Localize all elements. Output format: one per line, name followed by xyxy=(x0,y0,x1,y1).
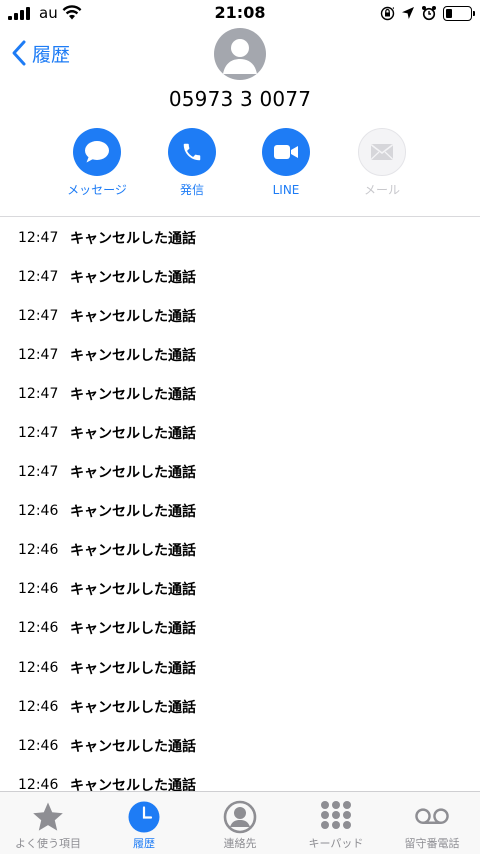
tab-voicemail[interactable]: 留守番電話 xyxy=(384,792,480,854)
call-row: 12:46 キャンセルした通話 xyxy=(0,570,480,609)
clock-icon xyxy=(128,801,160,833)
call-action-button[interactable]: 発信 xyxy=(144,128,240,198)
status-bar: au 21:08 xyxy=(0,0,480,26)
call-row: 12:46 キャンセルした通話 xyxy=(0,687,480,726)
tab-keypad[interactable]: キーパッド xyxy=(288,792,384,854)
mail-action-label: メール xyxy=(363,183,400,197)
call-time: 12:46 xyxy=(18,581,59,598)
star-icon xyxy=(33,802,63,831)
tab-favorites-label: よく使う項目 xyxy=(15,837,81,850)
call-status: キャンセルした通話 xyxy=(70,699,196,716)
location-arrow-icon xyxy=(402,7,414,19)
call-row: 12:47 キャンセルした通話 xyxy=(0,257,480,296)
message-action-button[interactable]: メッセージ xyxy=(49,128,145,198)
phone-icon xyxy=(183,143,201,161)
call-time: 12:47 xyxy=(18,268,59,285)
call-status: キャンセルした通話 xyxy=(70,621,196,638)
back-button[interactable]: 履歴 xyxy=(10,38,70,68)
call-row: 12:47 キャンセルした通話 xyxy=(0,218,480,257)
alarm-icon xyxy=(422,6,436,21)
tab-keypad-label: キーパッド xyxy=(308,837,364,850)
tab-recents-label: 履歴 xyxy=(133,837,155,850)
call-time: 12:47 xyxy=(18,464,59,481)
tab-bar: よく使う項目 履歴 連絡先 キーパッド 留守番電話 xyxy=(0,791,480,854)
call-status: キャンセルした通話 xyxy=(70,230,196,247)
call-status: キャンセルした通話 xyxy=(70,543,196,560)
contact-avatar xyxy=(214,28,266,80)
battery-icon xyxy=(443,5,475,21)
call-status: キャンセルした通話 xyxy=(70,738,196,755)
contact-actions: メッセージ 発信 LINE メール xyxy=(0,128,480,202)
message-bubble-icon xyxy=(85,141,109,163)
call-row: 12:47 キャンセルした通話 xyxy=(0,453,480,492)
divider xyxy=(0,216,480,217)
call-time: 12:47 xyxy=(18,229,59,246)
call-status: キャンセルした通話 xyxy=(70,347,196,364)
status-icons xyxy=(380,4,475,22)
phone-number: 05973 3 0077 xyxy=(168,87,312,111)
call-status: キャンセルした通話 xyxy=(70,582,196,599)
call-time: 12:46 xyxy=(18,737,59,754)
call-detail-screen: au 21:08 履歴 05973 3 0077 メッセージ 発信 LINE メ… xyxy=(0,0,480,854)
call-status: キャンセルした通話 xyxy=(70,465,196,482)
call-row: 12:46 キャンセルした通話 xyxy=(0,492,480,531)
voicemail-icon xyxy=(415,808,449,824)
back-label: 履歴 xyxy=(32,43,71,66)
call-row: 12:47 キャンセルした通話 xyxy=(0,335,480,374)
call-time: 12:46 xyxy=(18,542,59,559)
call-status: キャンセルした通話 xyxy=(70,504,196,521)
line-video-action-button[interactable]: LINE xyxy=(238,128,334,198)
call-row: 12:47 キャンセルした通話 xyxy=(0,374,480,413)
orientation-lock-icon xyxy=(380,6,395,20)
call-time: 12:47 xyxy=(18,346,59,363)
call-time: 12:46 xyxy=(18,503,59,520)
person-circle-icon xyxy=(223,800,257,834)
envelope-icon xyxy=(371,144,393,160)
line-action-label: LINE xyxy=(272,183,300,197)
call-status: キャンセルした通話 xyxy=(70,660,196,677)
call-time: 12:47 xyxy=(18,385,59,402)
tab-contacts-label: 連絡先 xyxy=(223,837,257,850)
call-time: 12:46 xyxy=(18,659,59,676)
call-row: 12:46 キャンセルした通話 xyxy=(0,726,480,765)
call-row: 12:46 キャンセルした通話 xyxy=(0,648,480,687)
tab-recents[interactable]: 履歴 xyxy=(96,792,192,854)
call-row: 12:47 キャンセルした通話 xyxy=(0,296,480,335)
call-time: 12:47 xyxy=(18,307,59,324)
call-status: キャンセルした通話 xyxy=(70,386,196,403)
call-status: キャンセルした通話 xyxy=(70,269,196,286)
video-camera-icon xyxy=(274,145,298,159)
call-row: 12:46 キャンセルした通話 xyxy=(0,531,480,570)
call-status: キャンセルした通話 xyxy=(70,308,196,325)
call-history-list: 12:47 キャンセルした通話 12:47 キャンセルした通話 12:47 キャンセル… xyxy=(0,218,480,804)
keypad-icon xyxy=(321,801,351,829)
call-time: 12:46 xyxy=(18,620,59,637)
tab-voicemail-label: 留守番電話 xyxy=(404,837,460,850)
tab-favorites[interactable]: よく使う項目 xyxy=(0,792,96,854)
call-time: 12:47 xyxy=(18,425,59,442)
message-action-label: メッセージ xyxy=(67,183,127,197)
mail-action-button[interactable]: メール xyxy=(334,128,430,198)
call-row: 12:47 キャンセルした通話 xyxy=(0,413,480,452)
chevron-left-icon xyxy=(12,40,26,66)
tab-contacts[interactable]: 連絡先 xyxy=(192,792,288,854)
call-time: 12:46 xyxy=(18,698,59,715)
person-silhouette-icon xyxy=(223,39,257,74)
call-action-label: 発信 xyxy=(179,183,204,197)
call-row: 12:46 キャンセルした通話 xyxy=(0,609,480,648)
call-status: キャンセルした通話 xyxy=(70,426,196,443)
